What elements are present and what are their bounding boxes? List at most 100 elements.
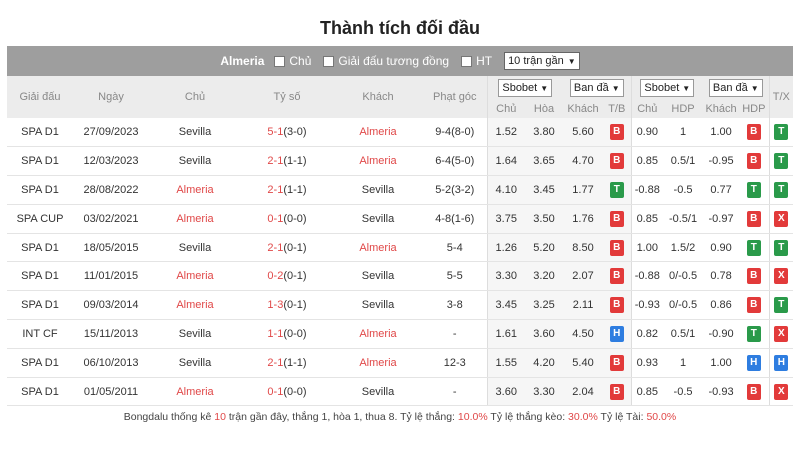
- result-badge: T: [774, 297, 789, 314]
- filter-ht[interactable]: HT: [461, 54, 492, 68]
- home-team-cell[interactable]: Sevilla: [149, 319, 241, 349]
- ah-home-cell: 0.85: [630, 204, 664, 234]
- ah-hdp-cell: -0.5/1: [663, 204, 704, 234]
- league-cell[interactable]: SPA D1: [7, 233, 73, 263]
- ah-home-cell: -0.93: [630, 290, 664, 321]
- corner-cell: 5-5: [423, 261, 487, 292]
- full-time-score: 2-1: [267, 241, 284, 254]
- home-team-cell[interactable]: Sevilla: [149, 348, 241, 378]
- home-team-cell[interactable]: Sevilla: [149, 233, 241, 263]
- ah-hdp-cell: 0.5/1: [663, 319, 704, 349]
- ah-home-cell: 0.82: [630, 319, 664, 349]
- ah-hdp-cell: 0/-0.5: [663, 290, 704, 321]
- date-cell: 03/02/2021: [73, 204, 149, 234]
- same-league-checkbox[interactable]: [323, 55, 335, 67]
- odds-away-cell: 4.50: [563, 319, 604, 349]
- ah-result-cell: T: [739, 319, 770, 349]
- away-team-cell[interactable]: Almeria: [333, 146, 423, 177]
- filter-same-league[interactable]: Giải đấu tương đồng: [323, 54, 449, 68]
- result-badge: T: [609, 181, 624, 198]
- match-count-select[interactable]: 10 trận gần ▼: [504, 52, 580, 70]
- away-team-cell[interactable]: Sevilla: [333, 204, 423, 234]
- col-ah-home: Chủ: [630, 100, 664, 118]
- away-team-cell[interactable]: Almeria: [333, 118, 423, 148]
- result-badge: B: [609, 124, 624, 141]
- tx-result-cell: T: [768, 175, 794, 205]
- home-team-cell[interactable]: Sevilla: [149, 146, 241, 177]
- full-time-score: 0-1: [267, 212, 284, 225]
- league-cell[interactable]: SPA D1: [7, 175, 73, 205]
- corner-cell: -: [423, 319, 487, 349]
- tx-result-cell: X: [768, 261, 794, 292]
- score-cell[interactable]: 2-1(0-1): [241, 233, 333, 263]
- odds-home-cell: 3.45: [486, 290, 525, 321]
- ah-hdp-cell: 1: [663, 348, 704, 378]
- result-badge: T: [746, 239, 761, 256]
- odds-home-cell: 3.30: [486, 261, 525, 292]
- score-cell[interactable]: 2-1(1-1): [241, 146, 333, 177]
- ah-result-cell: B: [739, 290, 770, 321]
- home-checkbox[interactable]: [274, 55, 286, 67]
- away-team-cell[interactable]: Almeria: [333, 348, 423, 378]
- home-team-cell[interactable]: Almeria: [149, 175, 241, 205]
- filter-home[interactable]: Chủ: [274, 54, 311, 68]
- score-cell[interactable]: 1-3(0-1): [241, 290, 333, 321]
- odds-away-cell: 2.07: [563, 261, 604, 292]
- ah-home-cell: 1.00: [630, 233, 664, 263]
- away-team-cell[interactable]: Sevilla: [333, 377, 423, 407]
- home-team-cell[interactable]: Almeria: [149, 377, 241, 407]
- away-team-cell[interactable]: Almeria: [333, 233, 423, 263]
- table-row: SPA D1 09/03/2014 Almeria 1-3(0-1) Sevilla 3-…: [7, 290, 794, 321]
- corner-cell: -: [423, 377, 487, 407]
- home-team-cell[interactable]: Almeria: [149, 204, 241, 234]
- ah-bookmaker-select[interactable]: Sbobet ▼: [640, 79, 695, 97]
- odds-bookmaker-select[interactable]: Sbobet ▼: [498, 79, 553, 97]
- ah-type-select[interactable]: Ban đầ ▼: [708, 79, 763, 97]
- league-cell[interactable]: SPA D1: [7, 348, 73, 378]
- league-cell[interactable]: SPA D1: [7, 146, 73, 177]
- result-badge: H: [746, 354, 761, 371]
- league-cell[interactable]: SPA D1: [7, 261, 73, 292]
- league-cell[interactable]: SPA D1: [7, 290, 73, 321]
- away-team-cell[interactable]: Sevilla: [333, 175, 423, 205]
- table-row: SPA CUP 03/02/2021 Almeria 0-1(0-0) Sevilla 4…: [7, 204, 794, 234]
- date-cell: 06/10/2013: [73, 348, 149, 378]
- league-cell[interactable]: SPA D1: [7, 377, 73, 407]
- away-team-cell[interactable]: Sevilla: [333, 290, 423, 321]
- odds-draw-cell: 3.25: [525, 290, 564, 321]
- score-cell[interactable]: 2-1(1-1): [241, 348, 333, 378]
- score-cell[interactable]: 0-2(0-1): [241, 261, 333, 292]
- away-team-cell[interactable]: Sevilla: [333, 261, 423, 292]
- table-row: SPA D1 01/05/2011 Almeria 0-1(0-0) Sevilla -3…: [7, 377, 794, 407]
- home-team-cell[interactable]: Almeria: [149, 261, 241, 292]
- ah-home-cell: -0.88: [630, 261, 664, 292]
- result-badge: B: [746, 383, 761, 400]
- score-cell[interactable]: 0-1(0-0): [241, 377, 333, 407]
- corner-cell: 5-2(3-2): [423, 175, 487, 205]
- result-badge: T: [746, 325, 761, 342]
- score-cell[interactable]: 2-1(1-1): [241, 175, 333, 205]
- result-badge: B: [609, 210, 624, 227]
- filter-bar: Almeria Chủ Giải đấu tương đồng HT 10 tr…: [7, 46, 793, 76]
- ah-away-cell: 0.77: [703, 175, 740, 205]
- home-team-cell[interactable]: Almeria: [149, 290, 241, 321]
- score-cell[interactable]: 0-1(0-0): [241, 204, 333, 234]
- league-cell[interactable]: SPA D1: [7, 118, 73, 148]
- league-cell[interactable]: SPA CUP: [7, 204, 73, 234]
- away-team-cell[interactable]: Almeria: [333, 319, 423, 349]
- page-title: Thành tích đối đầu: [320, 18, 480, 38]
- ht-checkbox[interactable]: [461, 55, 473, 67]
- league-cell[interactable]: INT CF: [7, 319, 73, 349]
- half-time-score: (1-1): [283, 155, 307, 168]
- score-cell[interactable]: 1-1(0-0): [241, 319, 333, 349]
- summary-footer: Bongdalu thống kê 10 trận gần đây, thắng…: [123, 411, 677, 424]
- odds-home-cell: 3.60: [486, 377, 525, 407]
- result-badge: T: [774, 124, 789, 141]
- score-cell[interactable]: 5-1(3-0): [241, 118, 333, 148]
- home-team-cell[interactable]: Sevilla: [149, 118, 241, 148]
- half-time-score: (3-0): [283, 126, 307, 139]
- result-badge: B: [609, 153, 624, 170]
- result-badge: B: [609, 268, 624, 285]
- table-row: SPA D1 11/01/2015 Almeria 0-2(0-1) Sevilla 5-…: [7, 261, 794, 292]
- odds-type-select[interactable]: Ban đầ ▼: [569, 79, 624, 97]
